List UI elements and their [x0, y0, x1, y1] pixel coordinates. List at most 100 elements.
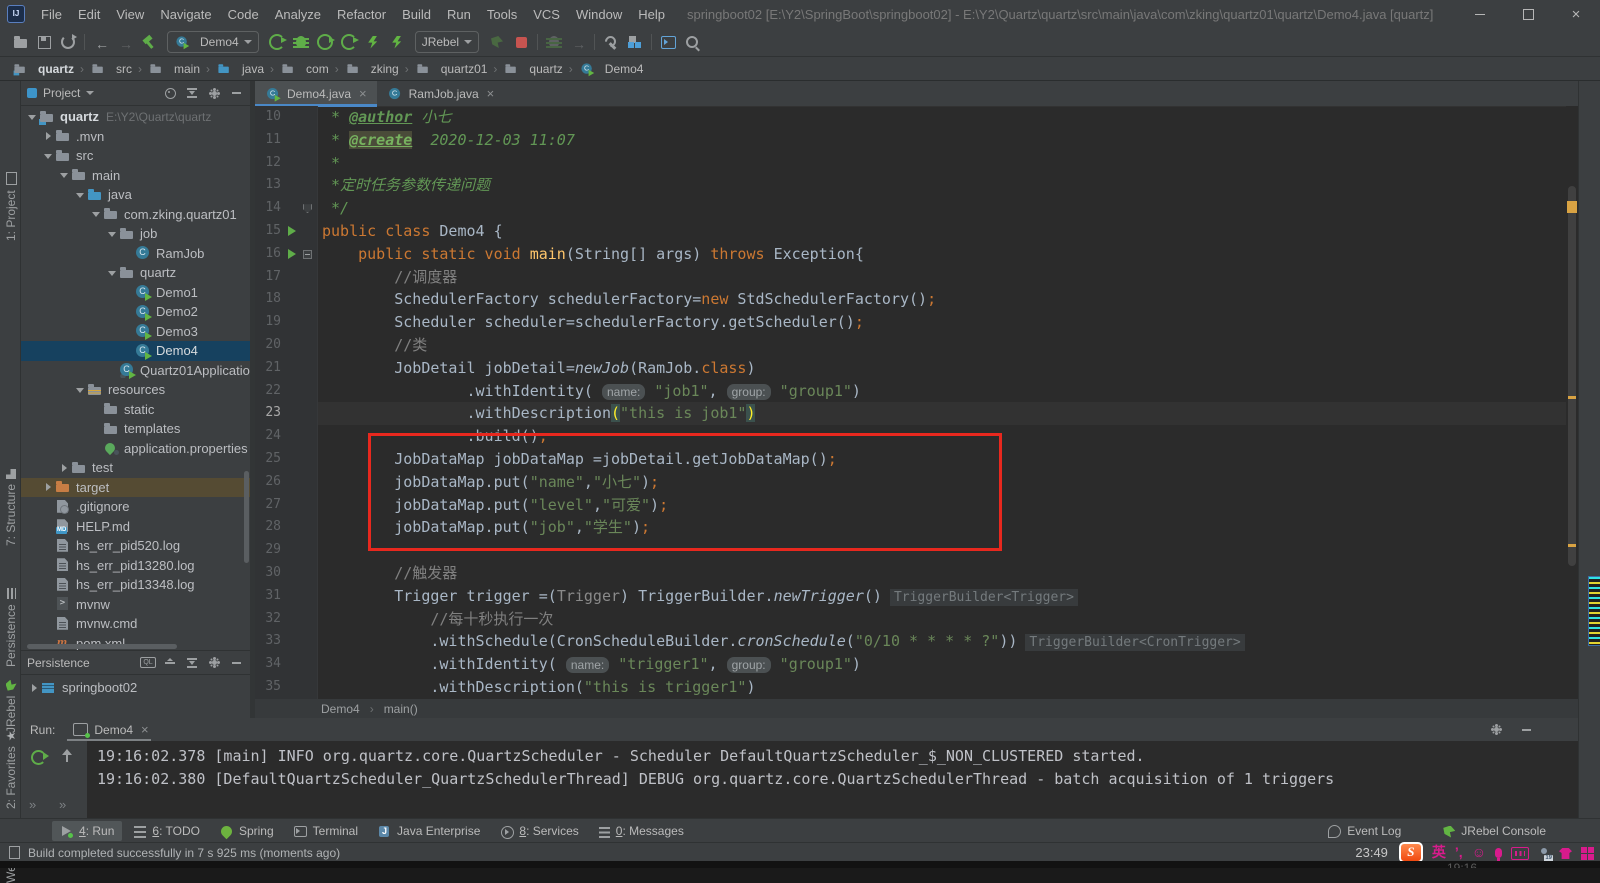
run-anything-button[interactable] — [656, 31, 680, 53]
tool-window-button-java-enterprise[interactable]: Java Enterprise — [370, 821, 488, 841]
expanded-arrow-icon[interactable] — [91, 209, 101, 219]
tree-row-hs-err-pid520-log[interactable]: hs_err_pid520.log — [21, 536, 250, 556]
ime-toolbox-icon[interactable] — [1581, 846, 1594, 860]
tool-window-button-4-run[interactable]: 4: Run — [52, 821, 123, 841]
collapse-all-button[interactable] — [184, 85, 200, 101]
run-button[interactable] — [265, 31, 289, 53]
more-actions-icon[interactable]: » — [29, 797, 36, 812]
hide-panel-button[interactable] — [228, 655, 244, 671]
tree-vertical-scrollbar[interactable] — [244, 471, 249, 563]
tree-row-demo3[interactable]: Demo3 — [21, 322, 250, 342]
tool-window-button-event-log[interactable]: Event Log — [1320, 821, 1409, 841]
hide-run-panel-button[interactable] — [1518, 722, 1534, 738]
panel-settings-button[interactable] — [206, 85, 222, 101]
menu-navigate[interactable]: Navigate — [152, 1, 219, 28]
error-stripe-mark[interactable] — [1567, 201, 1577, 213]
maximize-button[interactable] — [1504, 1, 1552, 28]
tree-row-help-md[interactable]: HELP.md — [21, 517, 250, 537]
save-button[interactable] — [32, 31, 56, 53]
error-stripe-mark[interactable] — [1568, 544, 1576, 547]
tool-button-2-favorites[interactable]: 2: Favorites ★ — [2, 731, 20, 809]
collapsed-arrow-icon[interactable] — [59, 463, 69, 473]
error-stripe-mark[interactable] — [1568, 396, 1576, 399]
run-line-icon[interactable] — [288, 225, 296, 236]
project-structure-button[interactable] — [623, 31, 647, 53]
breadcrumb-item-quartz[interactable]: quartz — [10, 61, 76, 77]
close-button[interactable]: × — [1552, 1, 1600, 28]
tree-row-target[interactable]: target — [21, 477, 250, 497]
tree-row-ramjob[interactable]: RamJob — [21, 244, 250, 264]
jrebel-debug-button[interactable] — [385, 31, 409, 53]
expanded-arrow-icon[interactable] — [59, 170, 69, 180]
menu-run[interactable]: Run — [439, 1, 479, 28]
close-icon[interactable]: × — [487, 86, 495, 101]
expanded-arrow-icon[interactable] — [75, 385, 85, 395]
breadcrumb-item-demo4[interactable]: Demo4 — [577, 61, 646, 77]
ime-emoji-icon[interactable]: ☺ — [1472, 844, 1486, 861]
minimize-button[interactable] — [1456, 1, 1504, 28]
search-everywhere-button[interactable] — [680, 31, 704, 53]
breadcrumb-method[interactable]: main() — [384, 702, 418, 716]
editor-scrollbar[interactable] — [1566, 106, 1578, 699]
jrebel-combo[interactable]: JRebel — [414, 31, 480, 53]
menu-analyze[interactable]: Analyze — [267, 1, 329, 28]
ime-account-icon[interactable] — [1538, 847, 1553, 862]
tree-row-mvnw[interactable]: mvnw — [21, 595, 250, 615]
breadcrumb-item-src[interactable]: src — [88, 61, 134, 77]
profiler-button[interactable] — [337, 31, 361, 53]
editor-tab-ramjob-java[interactable]: RamJob.java × — [377, 81, 505, 106]
menu-code[interactable]: Code — [220, 1, 267, 28]
tree-row-mvn[interactable]: .mvn — [21, 127, 250, 147]
tree-horizontal-scrollbar[interactable] — [27, 644, 177, 649]
tool-window-button-terminal[interactable]: Terminal — [286, 821, 366, 841]
collapsed-arrow-icon[interactable] — [43, 482, 53, 492]
run-line-icon[interactable] — [288, 248, 296, 259]
forward-button[interactable] — [113, 31, 137, 53]
tool-window-button-jrebel-console[interactable]: JRebel Console — [1435, 821, 1554, 841]
tool-button-1-project[interactable]: 1: Project — [2, 172, 20, 241]
tree-row-src[interactable]: src — [21, 146, 250, 166]
tree-row-main[interactable]: main — [21, 166, 250, 186]
menu-view[interactable]: View — [108, 1, 152, 28]
more-actions-icon[interactable]: » — [59, 797, 66, 812]
ime-keyboard-icon[interactable] — [1511, 847, 1529, 860]
menu-window[interactable]: Window — [568, 1, 630, 28]
project-panel-title[interactable]: Project — [43, 86, 80, 100]
sync-button[interactable] — [56, 31, 80, 53]
menu-help[interactable]: Help — [630, 1, 673, 28]
tree-row-demo4[interactable]: Demo4 — [21, 341, 250, 361]
run-tab[interactable]: Demo4 × — [65, 718, 156, 741]
margin-icon[interactable] — [9, 846, 20, 859]
tree-row-resources[interactable]: resources — [21, 380, 250, 400]
tree-row-hs-err-pid13280-log[interactable]: hs_err_pid13280.log — [21, 556, 250, 576]
scroll-up-button[interactable] — [61, 749, 73, 763]
menu-tools[interactable]: Tools — [479, 1, 525, 28]
tree-row-com-zking-quartz01[interactable]: com.zking.quartz01 — [21, 205, 250, 225]
jrebel-inactive-button[interactable] — [485, 31, 509, 53]
persistence-panel-title[interactable]: Persistence — [27, 656, 90, 670]
ql-console-button[interactable]: QL — [140, 655, 156, 671]
menu-vcs[interactable]: VCS — [525, 1, 568, 28]
tree-row-quartz[interactable]: quartz E:\Y2\Quartz\quartz — [21, 107, 250, 127]
breadcrumb-item-quartz01[interactable]: quartz01 — [413, 61, 490, 77]
breadcrumb-item-quartz[interactable]: quartz — [501, 61, 564, 77]
ime-punctuation-icon[interactable]: ’, — [1455, 844, 1463, 861]
tree-row-java[interactable]: java — [21, 185, 250, 205]
tree-row-quartz[interactable]: quartz — [21, 263, 250, 283]
editor-tab-demo4-java[interactable]: Demo4.java × — [255, 81, 377, 107]
tool-button-jrebel[interactable]: JRebel — [2, 680, 20, 733]
locate-file-button[interactable] — [162, 85, 178, 101]
chevron-down-icon[interactable] — [86, 91, 95, 95]
collapse-all-button[interactable] — [184, 655, 200, 671]
hide-panel-button[interactable] — [228, 85, 244, 101]
expanded-arrow-icon[interactable] — [107, 229, 117, 239]
fold-icon[interactable] — [303, 249, 312, 259]
rerun-button[interactable] — [31, 750, 49, 765]
sogou-logo-icon[interactable]: S — [1398, 842, 1423, 863]
breadcrumb-item-zking[interactable]: zking — [343, 61, 401, 77]
run-console[interactable]: 19:16:02.378 [main] INFO org.quartz.core… — [87, 741, 1578, 818]
back-button[interactable] — [89, 31, 113, 53]
ime-mic-icon[interactable] — [1495, 848, 1502, 862]
collapsed-arrow-icon[interactable] — [29, 683, 39, 693]
tool-button-7-structure[interactable]: 7: Structure — [2, 469, 20, 546]
